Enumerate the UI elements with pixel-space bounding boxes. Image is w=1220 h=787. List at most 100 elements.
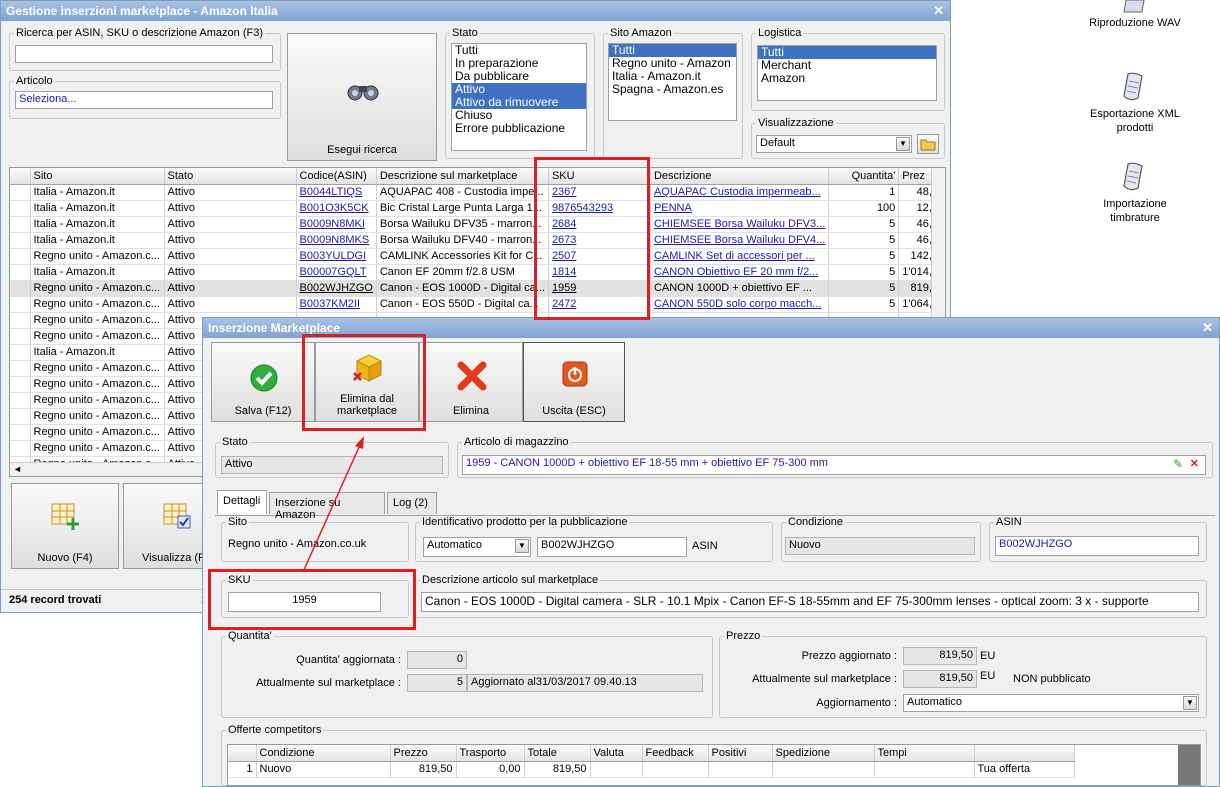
offerte-grid[interactable]: Condizione Prezzo Trasporto Totale Valuta Fee… — [227, 744, 1201, 786]
save-button[interactable]: Salva (F12) — [211, 342, 315, 422]
identificativo-mode-select[interactable]: Automatico ▼ — [423, 537, 531, 557]
desktop-item-wav[interactable]: Riproduzione WAV — [1080, 0, 1190, 36]
table-cell: Regno unito - Amazon.c... — [30, 280, 165, 297]
quantita-label: Quantita' — [228, 630, 272, 642]
column-header[interactable]: Positivi — [708, 745, 773, 762]
table-row[interactable]: Italia - Amazon.it Attivo B0009N8MKI Borsa … — [10, 216, 943, 233]
table-cell[interactable]: CANON 550D solo corpo macch... — [650, 296, 830, 313]
table-row[interactable]: Italia - Amazon.it Attivo B0009N8MKS Borsa … — [10, 232, 943, 249]
stato-label: Stato — [452, 27, 478, 39]
visualizza-button[interactable]: Visualizza (F2 — [123, 483, 213, 569]
chevron-left-icon[interactable]: ◄ — [13, 464, 22, 474]
table-cell[interactable]: B0044LTIQS — [296, 184, 377, 201]
power-icon — [562, 361, 588, 387]
close-icon[interactable]: ✕ — [933, 3, 944, 19]
row-indicator — [10, 232, 31, 249]
articolo-field[interactable]: 1959 - CANON 1000D + obiettivo EF 18-55 … — [462, 455, 1206, 475]
column-header[interactable]: Codice(ASIN) — [296, 168, 377, 185]
column-header[interactable]: Trasporto — [456, 745, 525, 762]
table-cell[interactable]: CANON Obiettivo EF 20 mm f/2... — [650, 264, 830, 281]
column-header[interactable]: Spedizione — [772, 745, 875, 762]
open-folder-button[interactable] — [917, 134, 939, 154]
table-cell[interactable]: B0009N8MKS — [296, 232, 377, 249]
stato-listbox[interactable]: Tutti In preparazione Da pubblicare Attivo A… — [451, 43, 587, 151]
list-option[interactable]: Spagna - Amazon.es — [609, 83, 736, 96]
offerte-scrollbar[interactable] — [1178, 745, 1200, 785]
table-row[interactable]: Italia - Amazon.it Attivo B00007GQLT Canon … — [10, 264, 943, 281]
table-row[interactable]: Italia - Amazon.it Attivo B001O3K5CK Bic Cr… — [10, 200, 943, 217]
column-header[interactable]: Prez — [898, 168, 936, 185]
scroll-icon — [1123, 72, 1143, 101]
articolo-input[interactable]: Seleziona... — [15, 91, 273, 109]
column-header[interactable]: Feedback — [642, 745, 709, 762]
clear-icon[interactable]: ✕ — [1190, 457, 1199, 470]
column-header[interactable]: Stato — [164, 168, 297, 185]
table-cell[interactable]: CHIEMSEE Borsa Wailuku DFV3... — [650, 216, 830, 233]
identificativo-input[interactable]: B002WJHZGO — [537, 537, 687, 557]
row-indicator — [10, 312, 31, 329]
table-cell: Regno unito - Amazon.c... — [30, 328, 165, 345]
table-cell[interactable]: B0009N8MKI — [296, 216, 377, 233]
sito-listbox[interactable]: Tutti Regno unito - Amazon Italia - Amazon… — [608, 43, 737, 121]
row-indicator — [10, 184, 31, 201]
table-row[interactable]: Regno unito - Amazon.c... Attivo B0037KM2I… — [10, 296, 943, 313]
table-cell: Italia - Amazon.it — [30, 264, 165, 281]
nuovo-button[interactable]: Nuovo (F4) — [11, 483, 119, 569]
logistica-listbox[interactable]: Tutti Merchant Amazon — [757, 45, 937, 101]
table-row[interactable]: 1 Nuovo 819,50 0,00 819,50 Tua offerta — [228, 761, 1075, 778]
table-cell[interactable]: B001O3K5CK — [296, 200, 377, 217]
visualizzazione-select[interactable]: Default ▼ — [756, 135, 912, 153]
table-cell[interactable]: B00007GQLT — [296, 264, 377, 281]
column-header[interactable]: Tempi — [874, 745, 975, 762]
table-cell: 1'014, — [898, 264, 936, 281]
logistica-label: Logistica — [758, 27, 802, 39]
column-header[interactable] — [228, 745, 257, 762]
elimina-button[interactable]: Elimina — [419, 342, 523, 422]
nuovo-button-label: Nuovo (F4) — [37, 552, 93, 564]
chevron-down-icon[interactable]: ▼ — [515, 539, 529, 553]
table-cell[interactable]: PENNA — [650, 200, 830, 217]
table-cell[interactable]: B003YULDGI — [296, 248, 377, 265]
column-header[interactable]: Quantita' — [828, 168, 900, 185]
column-header[interactable]: Condizione — [256, 745, 391, 762]
chevron-down-icon[interactable]: ▼ — [896, 137, 910, 151]
column-header[interactable]: Totale — [524, 745, 591, 762]
column-header[interactable]: Descrizione — [650, 168, 830, 185]
table-cell[interactable]: AQUAPAC Custodia impermeab... — [650, 184, 830, 201]
tab-inserzione-amazon[interactable]: Inserzione su Amazon — [269, 492, 385, 521]
table-cell: Attivo — [164, 184, 297, 201]
table-row[interactable]: Regno unito - Amazon.c... Attivo B003YULDG… — [10, 248, 943, 265]
pencil-icon[interactable]: ✎ — [1173, 457, 1183, 471]
exit-button[interactable]: Uscita (ESC) — [523, 342, 625, 422]
tab-dettagli[interactable]: Dettagli — [217, 490, 267, 514]
column-header[interactable]: Descrizione sul marketplace — [376, 168, 549, 185]
column-header[interactable]: Sito — [30, 168, 165, 185]
list-option[interactable]: Errore pubblicazione — [452, 122, 586, 135]
table-cell[interactable]: CHIEMSEE Borsa Wailuku DFV4... — [650, 232, 830, 249]
table-cell: Tua offerta — [974, 761, 1075, 778]
table-row[interactable]: Italia - Amazon.it Attivo B0044LTIQS AQUAPA… — [10, 184, 943, 201]
desktop-item-timbrature[interactable]: Importazione timbrature — [1080, 162, 1190, 226]
desktop-item-label: Importazione timbrature — [1103, 198, 1167, 224]
table-cell[interactable]: CAMLINK Set di accessori per ... — [650, 248, 830, 265]
aggiornamento-select[interactable]: Automatico ▼ — [903, 694, 1199, 712]
table-cell[interactable]: B0037KM2II — [296, 296, 377, 313]
search-input[interactable] — [15, 45, 273, 63]
stato-field: Attivo — [221, 456, 443, 474]
table-cell: CAMLINK Accessories Kit for C... — [376, 248, 549, 265]
list-option[interactable]: Amazon — [758, 72, 936, 85]
chevron-down-icon[interactable]: ▼ — [1183, 696, 1197, 710]
search-button[interactable]: Esegui ricerca — [287, 33, 437, 161]
column-header[interactable] — [974, 745, 1075, 762]
column-header[interactable]: Prezzo — [390, 745, 457, 762]
table-row[interactable]: Regno unito - Amazon.c... Attivo B002WJHZG… — [10, 280, 943, 297]
view-row-icon — [163, 503, 191, 529]
asin-field[interactable]: B002WJHZGO — [995, 536, 1199, 556]
tab-log[interactable]: Log (2) — [387, 492, 437, 514]
table-cell: CANON 1000D + obiettivo EF ... — [650, 280, 830, 297]
close-icon[interactable]: ✕ — [1202, 320, 1213, 336]
column-header[interactable]: Valuta — [590, 745, 643, 762]
descrizione-field[interactable]: Canon - EOS 1000D - Digital camera - SLR… — [421, 592, 1199, 612]
desktop-item-xml[interactable]: Esportazione XML prodotti — [1080, 72, 1190, 136]
offerte-label: Offerte competitors — [228, 724, 322, 736]
